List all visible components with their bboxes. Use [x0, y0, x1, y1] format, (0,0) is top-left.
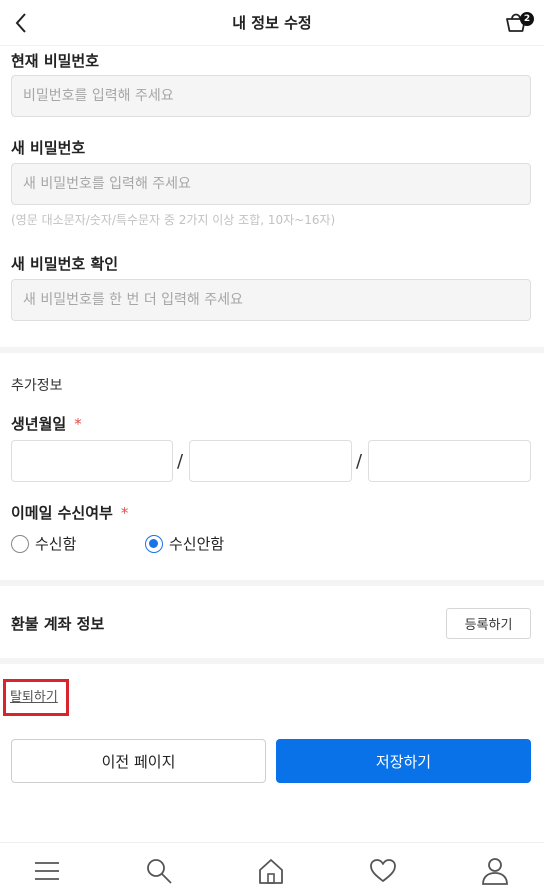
email-consent-label: 이메일 수신여부 * [11, 502, 128, 523]
heart-icon[interactable] [369, 857, 397, 885]
previous-page-button[interactable]: 이전 페이지 [11, 739, 266, 783]
cart-count-badge: 2 [520, 12, 534, 26]
home-icon[interactable] [257, 857, 285, 885]
page-title: 내 정보 수정 [232, 14, 312, 32]
radio-unselected-icon [11, 534, 29, 553]
new-password-input[interactable] [11, 163, 531, 205]
password-hint: (영문 대소문자/숫자/특수문자 중 2가지 이상 조합, 10자~16자) [11, 213, 336, 227]
radio-label: 수신함 [35, 535, 77, 553]
section-divider [0, 580, 544, 586]
birth-month-input[interactable] [189, 440, 352, 482]
birth-year-input[interactable] [11, 440, 173, 482]
birth-label-text: 생년월일 [11, 415, 67, 433]
required-mark: * [120, 504, 129, 522]
email-consent-label-text: 이메일 수신여부 [11, 504, 113, 522]
confirm-password-input[interactable] [11, 279, 531, 321]
register-account-button[interactable]: 등록하기 [446, 608, 531, 639]
bottom-tab-bar [0, 842, 544, 894]
birth-separator: / [177, 451, 184, 472]
required-mark: * [74, 415, 82, 433]
birth-label: 생년월일 * [11, 413, 82, 434]
menu-icon[interactable] [33, 857, 61, 885]
refund-account-label: 환불 계좌 정보 [11, 615, 105, 633]
current-password-label: 현재 비밀번호 [11, 52, 100, 70]
search-icon[interactable] [145, 857, 173, 885]
section-divider [0, 658, 544, 664]
confirm-password-label: 새 비밀번호 확인 [11, 255, 119, 273]
radio-selected-icon [145, 534, 163, 553]
section-divider [0, 347, 544, 353]
cart-button[interactable]: 2 [504, 8, 534, 36]
new-password-label: 새 비밀번호 [11, 139, 86, 157]
user-icon[interactable] [481, 857, 509, 885]
birth-day-input[interactable] [368, 440, 531, 482]
withdraw-link[interactable]: 탈퇴하기 [10, 686, 58, 705]
radio-label: 수신안함 [169, 535, 225, 553]
save-button[interactable]: 저장하기 [276, 739, 531, 783]
birth-separator: / [356, 451, 363, 472]
current-password-input[interactable] [11, 75, 531, 117]
email-receive-radio[interactable]: 수신함 [11, 533, 76, 554]
header: 내 정보 수정 2 [0, 0, 544, 46]
extra-info-title: 추가정보 [11, 378, 63, 394]
email-not-receive-radio[interactable]: 수신안함 [145, 533, 224, 554]
